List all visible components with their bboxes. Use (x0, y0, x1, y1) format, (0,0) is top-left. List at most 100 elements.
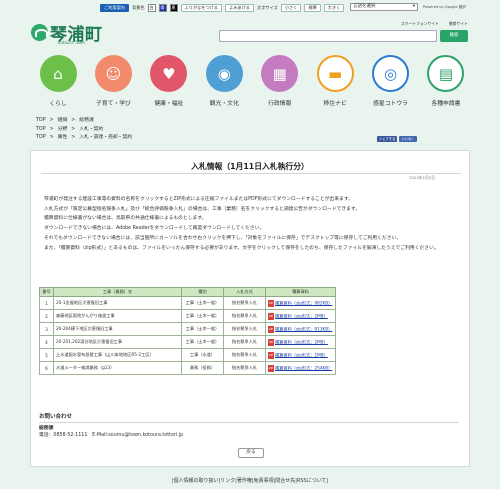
bg-color-label: 背景色 (131, 5, 145, 10)
document-download-link[interactable]: ZIP 積算資料（zip形式：2MB） (265, 309, 336, 323)
document-download-link[interactable]: ZIP 積算資料（zip形式：254KB） (265, 361, 336, 375)
table-header-row: 番号 工事（業務）名 種別 入札方式 積算資料 (39, 287, 336, 297)
table-row: 6 水道メーター検満業務（g13） 業務（役務） 指名競争入札 ZIP 積算資料（zip形… (39, 361, 336, 375)
read-aloud-button[interactable]: よみあげる (225, 4, 254, 12)
col-method: 入札方式 (223, 287, 266, 297)
col-documents: 積算資料 (265, 287, 336, 297)
project-name: 20-1金屋地区災害復旧工事 (53, 296, 182, 310)
inquiry-department: 総務課 (39, 426, 54, 431)
content-panel: 入札情報（1月11日入札執行分） 2024年1月5日 琴浦町が発注する建設工事等… (30, 150, 470, 467)
row-number: 5 (39, 348, 54, 362)
breadcrumb-separator: > (71, 126, 76, 132)
heart-hand-icon: ♥ (150, 55, 188, 92)
site-links: スマートフォンサイト 携帯サイト (401, 21, 468, 27)
col-type: 種別 (181, 287, 224, 297)
nav-item-6[interactable]: ◎ 感星コトウラ (369, 55, 413, 107)
nav-label: 健康・福祉 (154, 101, 184, 107)
search-input[interactable] (219, 30, 437, 42)
google-translate-credit: Powered by Google 翻訳 (423, 5, 466, 9)
language-select[interactable]: 言語を選択 (350, 3, 418, 11)
page-title: 入札情報（1月11日入札執行分） (191, 162, 309, 171)
breadcrumb-link[interactable]: 分野 (58, 127, 68, 132)
font-normal-button[interactable]: 標準 (304, 4, 321, 12)
main-nav: ⌂ くらし ☺ 子育て・学び ♥ 健康・福祉 ◉ 観光・文化 ▦ 行政情報 ▬ 移住ナビ ◎ 感星コトウラ… (36, 55, 468, 107)
document-icon: ▤ (427, 55, 465, 92)
bg-blue-button[interactable]: 青 (158, 4, 167, 12)
nav-item-2[interactable]: ♥ 健康・福祉 (147, 55, 191, 107)
body-paragraph: 琴浦町が発注する建設工事等の資料の名称をクリックするとZIP形式による圧縮ファイ… (44, 197, 353, 202)
bid-method: 指名競争入札 (223, 296, 266, 310)
page-body: 琴浦町が発注する建設工事等の資料の名称をクリックするとZIP形式による圧縮ファイ… (44, 195, 456, 253)
breadcrumb-link[interactable]: 組織 (58, 118, 68, 123)
footer-links[interactable]: |個人情報の取り扱い|リンク|著作権|免責事項|問合せ先|RSSについて| (0, 477, 500, 484)
nav-label: 各種申請書 (431, 101, 461, 107)
inquiry-section: お問い合わせ 総務課 電話：0858-52-1111 E-Mail:soumu@… (39, 414, 459, 439)
nav-item-5[interactable]: ▬ 移住ナビ (313, 55, 357, 107)
document-download-link[interactable]: ZIP 積算資料（zip形式：2MB） (265, 335, 336, 349)
globe-icon: ◎ (372, 55, 410, 92)
nav-item-3[interactable]: ◉ 観光・文化 (202, 55, 246, 107)
document-link-text[interactable]: 積算資料（zip形式：254KB） (275, 365, 332, 370)
table-row: 4 20-201,202湯谷地区災害復旧工事 工事（土木一般） 指名競争入札 ZIP 積算… (39, 335, 336, 349)
nav-label: 移住ナビ (323, 101, 347, 107)
col-number: 番号 (39, 287, 54, 297)
facebook-share-button[interactable]: シェアする (377, 136, 398, 142)
house-icon: ⌂ (39, 55, 77, 92)
bg-black-button[interactable]: 黒 (169, 4, 178, 12)
mobile-site-link[interactable]: 携帯サイト (449, 21, 468, 27)
truck-icon: ▬ (316, 55, 354, 92)
nav-label: 子育て・学び (96, 101, 131, 107)
document-link-text[interactable]: 積算資料（zip形式：982KB） (275, 300, 332, 305)
body-paragraph: 入札方式が「限定公募型指名競争入札」及び「総合評価競争入札」の場合は、工事（業務… (44, 206, 361, 212)
nav-label: 観光・文化 (209, 101, 239, 107)
nav-label: 行政情報 (268, 101, 292, 107)
breadcrumb-link[interactable]: TOP (36, 127, 46, 132)
town-emblem-icon (31, 24, 48, 41)
furigana-button[interactable]: ふりがなをつける (180, 4, 223, 12)
breadcrumb-line: TOP > 組織 > 総務課 (36, 117, 136, 126)
inquiry-heading: お問い合わせ (39, 414, 73, 420)
smartphone-site-link[interactable]: スマートフォンサイト (401, 21, 439, 27)
breadcrumb-link[interactable]: TOP (36, 135, 46, 140)
breadcrumb-link[interactable]: 入札・調達・売却・契約 (79, 135, 132, 140)
usage-guide-link[interactable]: ご利用案内 (100, 4, 129, 12)
table-row: 2 森藤地区阪地がんがり施設工事 工事（土木一般） 指名競争入札 ZIP 積算資料（zip… (39, 309, 336, 323)
document-download-link[interactable]: ZIP 積算資料（zip形式：982KB） (265, 296, 336, 310)
logo-subtitle: Kotoura Town (58, 40, 86, 45)
document-link-text[interactable]: 積算資料（zip形式：2MB） (275, 339, 328, 344)
bg-white-button[interactable]: 白 (147, 4, 156, 12)
nav-item-4[interactable]: ▦ 行政情報 (258, 55, 302, 107)
document-link-text[interactable]: 積算資料（zip形式：1MB） (275, 352, 328, 357)
breadcrumb-separator: > (71, 135, 76, 140)
nav-item-1[interactable]: ☺ 子育て・学び (91, 55, 135, 107)
row-number: 4 (39, 335, 54, 349)
breadcrumb-link[interactable]: 総務課 (79, 118, 93, 123)
font-small-button[interactable]: 小さく (280, 4, 302, 12)
document-download-link[interactable]: ZIP 積算資料（zip形式：1MB） (265, 348, 336, 362)
zip-file-icon: ZIP (268, 351, 274, 359)
nav-item-7[interactable]: ▤ 各種申請書 (424, 55, 468, 107)
nav-item-0[interactable]: ⌂ くらし (36, 55, 80, 107)
row-number: 6 (39, 361, 54, 375)
project-type: 工事（土木一般） (181, 322, 224, 336)
document-link-text[interactable]: 積算資料（zip形式：913KB） (275, 326, 332, 331)
search-button[interactable]: 検索 (440, 30, 468, 42)
document-link-text[interactable]: 積算資料（zip形式：2MB） (275, 313, 328, 318)
document-download-link[interactable]: ZIP 積算資料（zip形式：913KB） (265, 322, 336, 336)
breadcrumb-link[interactable]: 入札・契約 (79, 127, 103, 132)
zip-file-icon: ZIP (268, 325, 274, 333)
breadcrumb-link[interactable]: TOP (36, 118, 46, 123)
title-divider (41, 173, 461, 174)
breadcrumb-separator: > (49, 126, 54, 132)
breadcrumb-separator: > (49, 135, 54, 140)
font-large-button[interactable]: 大きく (323, 4, 345, 12)
facebook-like-button[interactable]: いいね！ (399, 136, 417, 142)
back-button[interactable]: 戻る (238, 448, 264, 458)
project-type: 業務（役務） (181, 361, 224, 375)
zip-file-icon: ZIP (268, 338, 274, 346)
row-number: 2 (39, 309, 54, 323)
breadcrumb-line: TOP > 分野 > 入札・契約 (36, 126, 136, 135)
font-size-label: 文字サイズ (257, 5, 278, 10)
breadcrumb-link[interactable]: 属性 (58, 135, 68, 140)
project-type: 工事（土木一般） (181, 309, 224, 323)
